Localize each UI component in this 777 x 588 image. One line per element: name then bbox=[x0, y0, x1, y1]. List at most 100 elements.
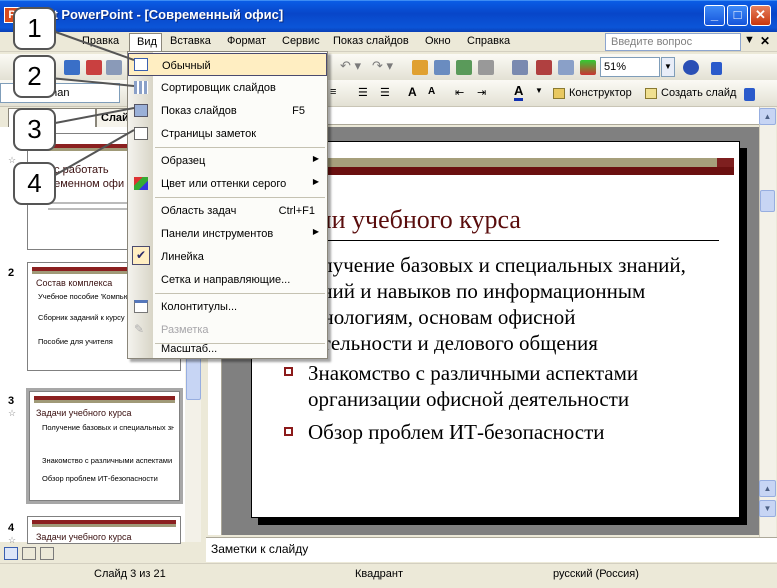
notes-field[interactable]: Заметки к слайду bbox=[206, 537, 777, 562]
menu-item-label: Масштаб... bbox=[161, 343, 218, 355]
hyperlink-icon[interactable] bbox=[478, 60, 494, 75]
slide-bullet-line[interactable]: Знакомство с различными аспектами bbox=[308, 360, 638, 386]
status-slide-number: Слайд 3 из 21 bbox=[94, 568, 166, 580]
save-icon[interactable] bbox=[64, 60, 80, 75]
notes-page-icon bbox=[134, 127, 148, 140]
slideshow-view-icon[interactable] bbox=[40, 547, 54, 560]
menu-item-grid-guides[interactable]: Сетка и направляющие... bbox=[128, 268, 327, 291]
zoom-select[interactable]: 51% bbox=[600, 57, 660, 77]
new-slide-button[interactable]: Создать слайд bbox=[661, 87, 736, 99]
slide-bullet-line[interactable]: ений и навыков по информационным bbox=[312, 278, 645, 304]
window-title: osoft PowerPoint - [Современный офис] bbox=[26, 7, 284, 22]
menu-item-notes-pages[interactable]: Страницы заметок bbox=[128, 122, 327, 145]
thumbnail-title: Состав комплекса bbox=[36, 278, 113, 288]
slide-thumbnail-4[interactable]: Задачи учебного курса bbox=[27, 516, 181, 544]
menu-item-label: Разметка bbox=[161, 324, 209, 336]
menu-separator bbox=[155, 147, 325, 148]
menu-item-zoom[interactable]: Масштаб... bbox=[128, 337, 327, 360]
font-color-icon[interactable]: A bbox=[514, 84, 524, 101]
increase-font-icon[interactable]: A bbox=[408, 85, 417, 99]
normal-view-icon[interactable] bbox=[4, 547, 18, 560]
menu-separator bbox=[155, 293, 325, 294]
permission-icon[interactable] bbox=[86, 60, 102, 75]
menu-item-toolbars[interactable]: Панели инструментов ▶ bbox=[128, 222, 327, 245]
menu-item-label: Страницы заметок bbox=[161, 128, 257, 140]
thumbnail-bullet: Получение базовых и специальных знаний, … bbox=[42, 423, 174, 432]
scroll-thumb[interactable] bbox=[760, 190, 775, 212]
menu-slideshow[interactable]: Показ слайдов bbox=[333, 35, 409, 51]
thumbnail-decor bbox=[32, 524, 176, 527]
status-language: русский (Россия) bbox=[553, 568, 639, 580]
menu-item-color-grayscale[interactable]: Цвет или оттенки серого ▶ bbox=[128, 172, 327, 195]
bullet-marker-icon bbox=[284, 427, 293, 436]
menu-item-ruler[interactable]: Линейка bbox=[128, 245, 327, 268]
show-formatting-icon[interactable] bbox=[536, 60, 552, 75]
thumbnail-bullet: Обзор проблем ИТ-безопасности bbox=[42, 474, 158, 483]
slide-bullet-line[interactable]: хнологиям, основам офисной bbox=[312, 304, 575, 330]
menu-edit[interactable]: Правка bbox=[82, 35, 119, 51]
color-grayscale-icon[interactable] bbox=[580, 60, 596, 75]
menu-item-task-pane[interactable]: Область задач Ctrl+F1 bbox=[128, 199, 327, 222]
expand-all-icon[interactable] bbox=[512, 60, 528, 75]
thumbnail-title-line: ос работать bbox=[48, 164, 109, 176]
designer-button[interactable]: Конструктор bbox=[569, 87, 632, 99]
zoom-dropdown-arrow-icon[interactable]: ▼ bbox=[661, 57, 675, 77]
scroll-up-button[interactable]: ▲ bbox=[759, 108, 776, 125]
grid-icon[interactable] bbox=[558, 60, 574, 75]
menu-item-normal[interactable]: Обычный bbox=[128, 53, 327, 76]
decrease-font-icon[interactable]: A bbox=[428, 86, 435, 97]
chevron-down-icon[interactable]: ▼ bbox=[744, 34, 755, 46]
slide-sorter-icon bbox=[134, 81, 148, 94]
menu-help[interactable]: Справка bbox=[467, 35, 510, 51]
thumbnail-number: 4 bbox=[8, 522, 15, 534]
menu-item-label: Сортировщик слайдов bbox=[161, 82, 276, 94]
submenu-arrow-icon: ▶ bbox=[312, 227, 319, 236]
menu-item-slideshow[interactable]: Показ слайдов F5 bbox=[128, 99, 327, 122]
menu-item-slide-sorter[interactable]: Сортировщик слайдов bbox=[128, 76, 327, 99]
undo-icon[interactable]: ↶ ▾ bbox=[340, 58, 361, 74]
next-slide-button[interactable]: ▼ bbox=[759, 500, 776, 517]
slide-bullet-line[interactable]: организации офисной деятельности bbox=[308, 386, 629, 412]
align-right-icon[interactable]: ≡ bbox=[330, 86, 336, 98]
chart-icon[interactable] bbox=[412, 60, 428, 75]
menu-item-label: Линейка bbox=[161, 251, 204, 263]
menu-insert[interactable]: Вставка bbox=[170, 35, 211, 51]
redo-icon[interactable]: ↷ ▾ bbox=[372, 58, 393, 74]
tables-borders-icon[interactable] bbox=[456, 60, 472, 75]
slide-bullet-line[interactable]: Обзор проблем ИТ-безопасности bbox=[308, 419, 605, 445]
vertical-scrollbar[interactable] bbox=[759, 107, 776, 537]
table-icon[interactable] bbox=[434, 60, 450, 75]
designer-icon bbox=[553, 88, 565, 99]
callout-1: 1 bbox=[13, 7, 56, 50]
slide-bullet-line[interactable]: ятельности и делового общения bbox=[312, 330, 598, 356]
numbering-icon[interactable]: ☰ bbox=[358, 86, 368, 99]
document-close-icon[interactable]: ✕ bbox=[760, 34, 770, 48]
thumbnail-decor bbox=[34, 400, 175, 403]
help-search-input[interactable]: Введите вопрос bbox=[605, 33, 741, 51]
help-icon[interactable] bbox=[683, 60, 699, 75]
close-button[interactable]: ✕ bbox=[750, 5, 771, 26]
thumbnail-title: Задачи учебного курса bbox=[36, 532, 132, 542]
slide-title[interactable]: ачи учебного курса bbox=[308, 205, 521, 235]
menu-window[interactable]: Окно bbox=[425, 35, 451, 51]
toolbar-options-icon-2[interactable] bbox=[744, 88, 755, 101]
previous-slide-button[interactable]: ▲ bbox=[759, 480, 776, 497]
toolbar-options-icon[interactable] bbox=[711, 62, 722, 75]
menu-tools[interactable]: Сервис bbox=[282, 35, 320, 51]
menu-view[interactable]: Вид bbox=[129, 33, 162, 52]
bullets-icon[interactable]: ☰ bbox=[380, 86, 390, 99]
menu-item-master[interactable]: Образец ▶ bbox=[128, 149, 327, 172]
slide-sorter-view-icon[interactable] bbox=[22, 547, 36, 560]
minimize-button[interactable]: _ bbox=[704, 5, 725, 26]
maximize-button[interactable]: □ bbox=[727, 5, 748, 26]
increase-indent-icon[interactable]: ⇥ bbox=[477, 86, 486, 99]
menu-item-header-footer[interactable]: Колонтитулы... bbox=[128, 295, 327, 318]
menu-item-label: Колонтитулы... bbox=[161, 301, 238, 313]
font-color-dropdown-icon[interactable]: ▼ bbox=[535, 86, 543, 95]
email-icon[interactable] bbox=[106, 60, 122, 75]
decrease-indent-icon[interactable]: ⇤ bbox=[455, 86, 464, 99]
callout-4: 4 bbox=[13, 162, 56, 205]
slide-thumbnail-3[interactable]: Задачи учебного курса Получение базовых … bbox=[26, 388, 183, 504]
slide-bullet-line[interactable]: олучение базовых и специальных знаний, bbox=[312, 252, 686, 278]
menu-format[interactable]: Формат bbox=[227, 35, 266, 51]
